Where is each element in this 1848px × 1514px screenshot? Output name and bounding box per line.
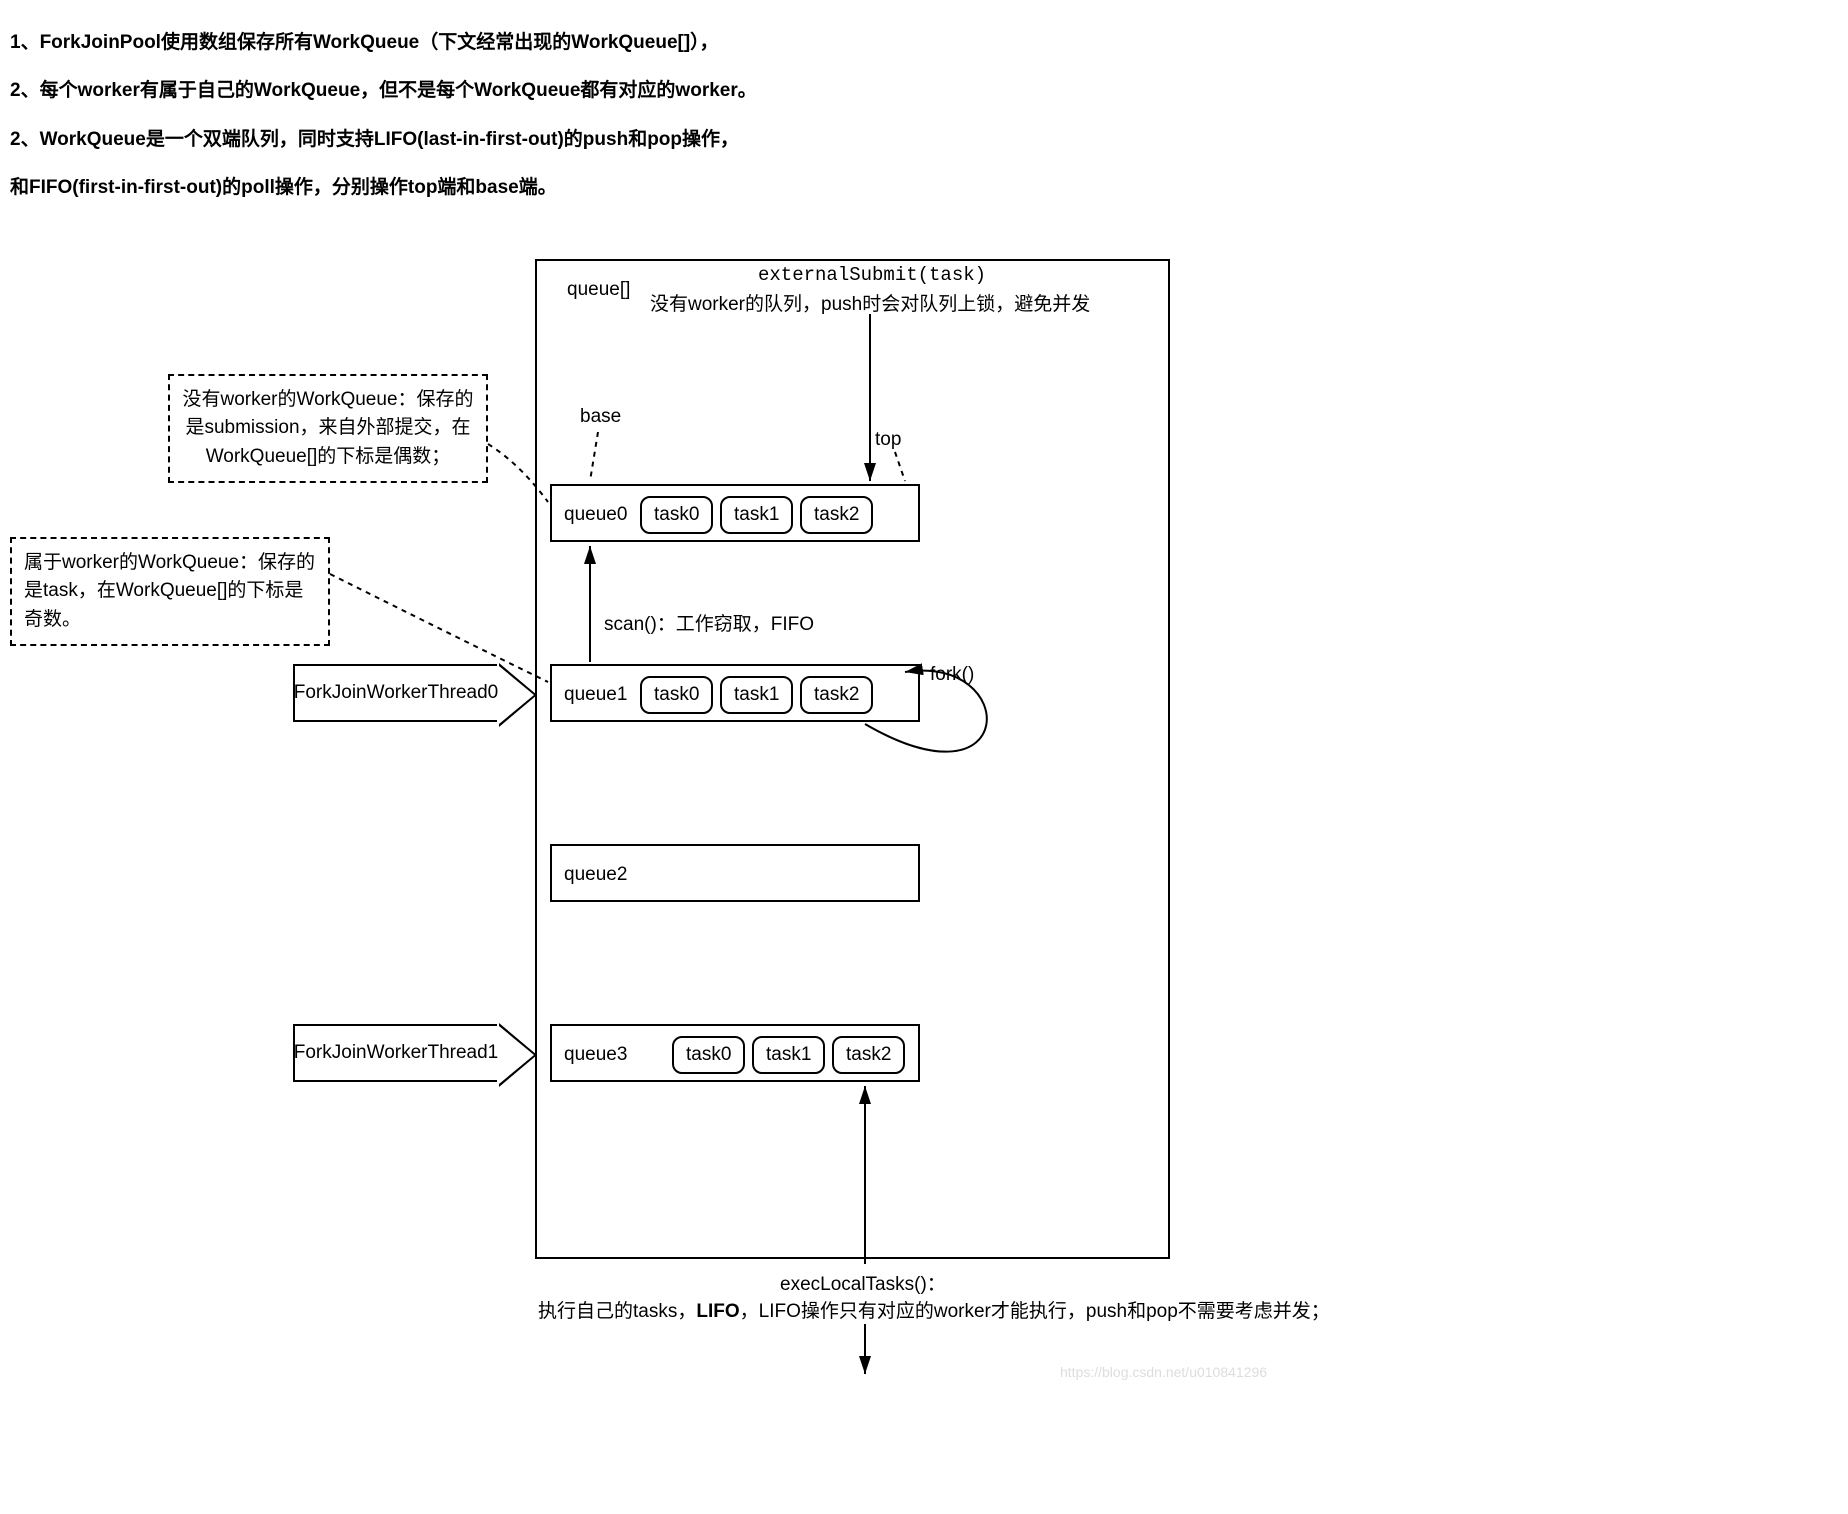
- note-odd-index: 属于worker的WorkQueue：保存的是task，在WorkQueue[]…: [10, 537, 330, 647]
- watermark: https://blog.csdn.net/u010841296: [1060, 1364, 1267, 1380]
- intro-line-1: 1、ForkJoinPool使用数组保存所有WorkQueue（下文经常出现的W…: [10, 28, 1838, 58]
- queue3-label: queue3: [552, 1034, 639, 1076]
- thread0-label: ForkJoinWorkerThread0: [294, 682, 499, 704]
- scan-label: scan()：工作窃取，FIFO: [604, 609, 814, 636]
- note-odd-text: 属于worker的WorkQueue：保存的是task，在WorkQueue[]…: [24, 552, 315, 630]
- queue3-task1: task1: [752, 1036, 825, 1074]
- intro-line-4: 和FIFO(first-in-first-out)的poll操作，分别操作top…: [10, 173, 1838, 203]
- external-submit-desc: 没有worker的队列，push时会对队列上锁，避免并发: [650, 289, 1090, 316]
- queue0-label: queue0: [552, 494, 639, 536]
- queue2-label: queue2: [552, 854, 639, 896]
- intro-text: 1、ForkJoinPool使用数组保存所有WorkQueue（下文经常出现的W…: [10, 28, 1838, 204]
- queue0-task1: task1: [720, 496, 793, 534]
- base-label: base: [580, 406, 621, 428]
- queue0-task2: task2: [800, 496, 873, 534]
- diagram: queue[] externalSubmit(task) 没有worker的队列…: [10, 234, 1810, 1494]
- note-even-text: 没有worker的WorkQueue：保存的是submission，来自外部提交…: [182, 389, 473, 467]
- thread1-arrow: ForkJoinWorkerThread1: [293, 1024, 497, 1082]
- thread0-arrow: ForkJoinWorkerThread0: [293, 664, 497, 722]
- queue0-box: queue0 task0 task1 task2: [550, 484, 920, 542]
- thread1-label: ForkJoinWorkerThread1: [294, 1042, 499, 1064]
- queue1-task0: task0: [640, 676, 713, 714]
- top-label: top: [875, 429, 901, 451]
- arrow-right-icon: [499, 1023, 537, 1087]
- external-submit-method: externalSubmit(task): [758, 264, 986, 286]
- queue1-task2: task2: [800, 676, 873, 714]
- queue2-box: queue2: [550, 844, 920, 902]
- queue0-task0: task0: [640, 496, 713, 534]
- queue1-label: queue1: [552, 674, 639, 716]
- exec-local-method: execLocalTasks()：: [780, 1269, 946, 1296]
- intro-line-3: 2、WorkQueue是一个双端队列，同时支持LIFO(last-in-firs…: [10, 125, 1838, 155]
- queue-array-label: queue[]: [567, 279, 630, 301]
- queue1-task1: task1: [720, 676, 793, 714]
- queue3-box: queue3 task0 task1 task2: [550, 1024, 920, 1082]
- exec-local-desc: 执行自己的tasks，LIFO，LIFO操作只有对应的worker才能执行，pu…: [538, 1296, 1330, 1323]
- fork-label: fork(): [930, 664, 974, 686]
- arrow-right-icon: [499, 663, 537, 727]
- outer-container: queue[]: [535, 259, 1170, 1259]
- intro-line-2: 2、每个worker有属于自己的WorkQueue，但不是每个WorkQueue…: [10, 76, 1838, 106]
- queue3-task2: task2: [832, 1036, 905, 1074]
- queue3-task0: task0: [672, 1036, 745, 1074]
- queue1-box: queue1 task0 task1 task2: [550, 664, 920, 722]
- note-even-index: 没有worker的WorkQueue：保存的是submission，来自外部提交…: [168, 374, 488, 484]
